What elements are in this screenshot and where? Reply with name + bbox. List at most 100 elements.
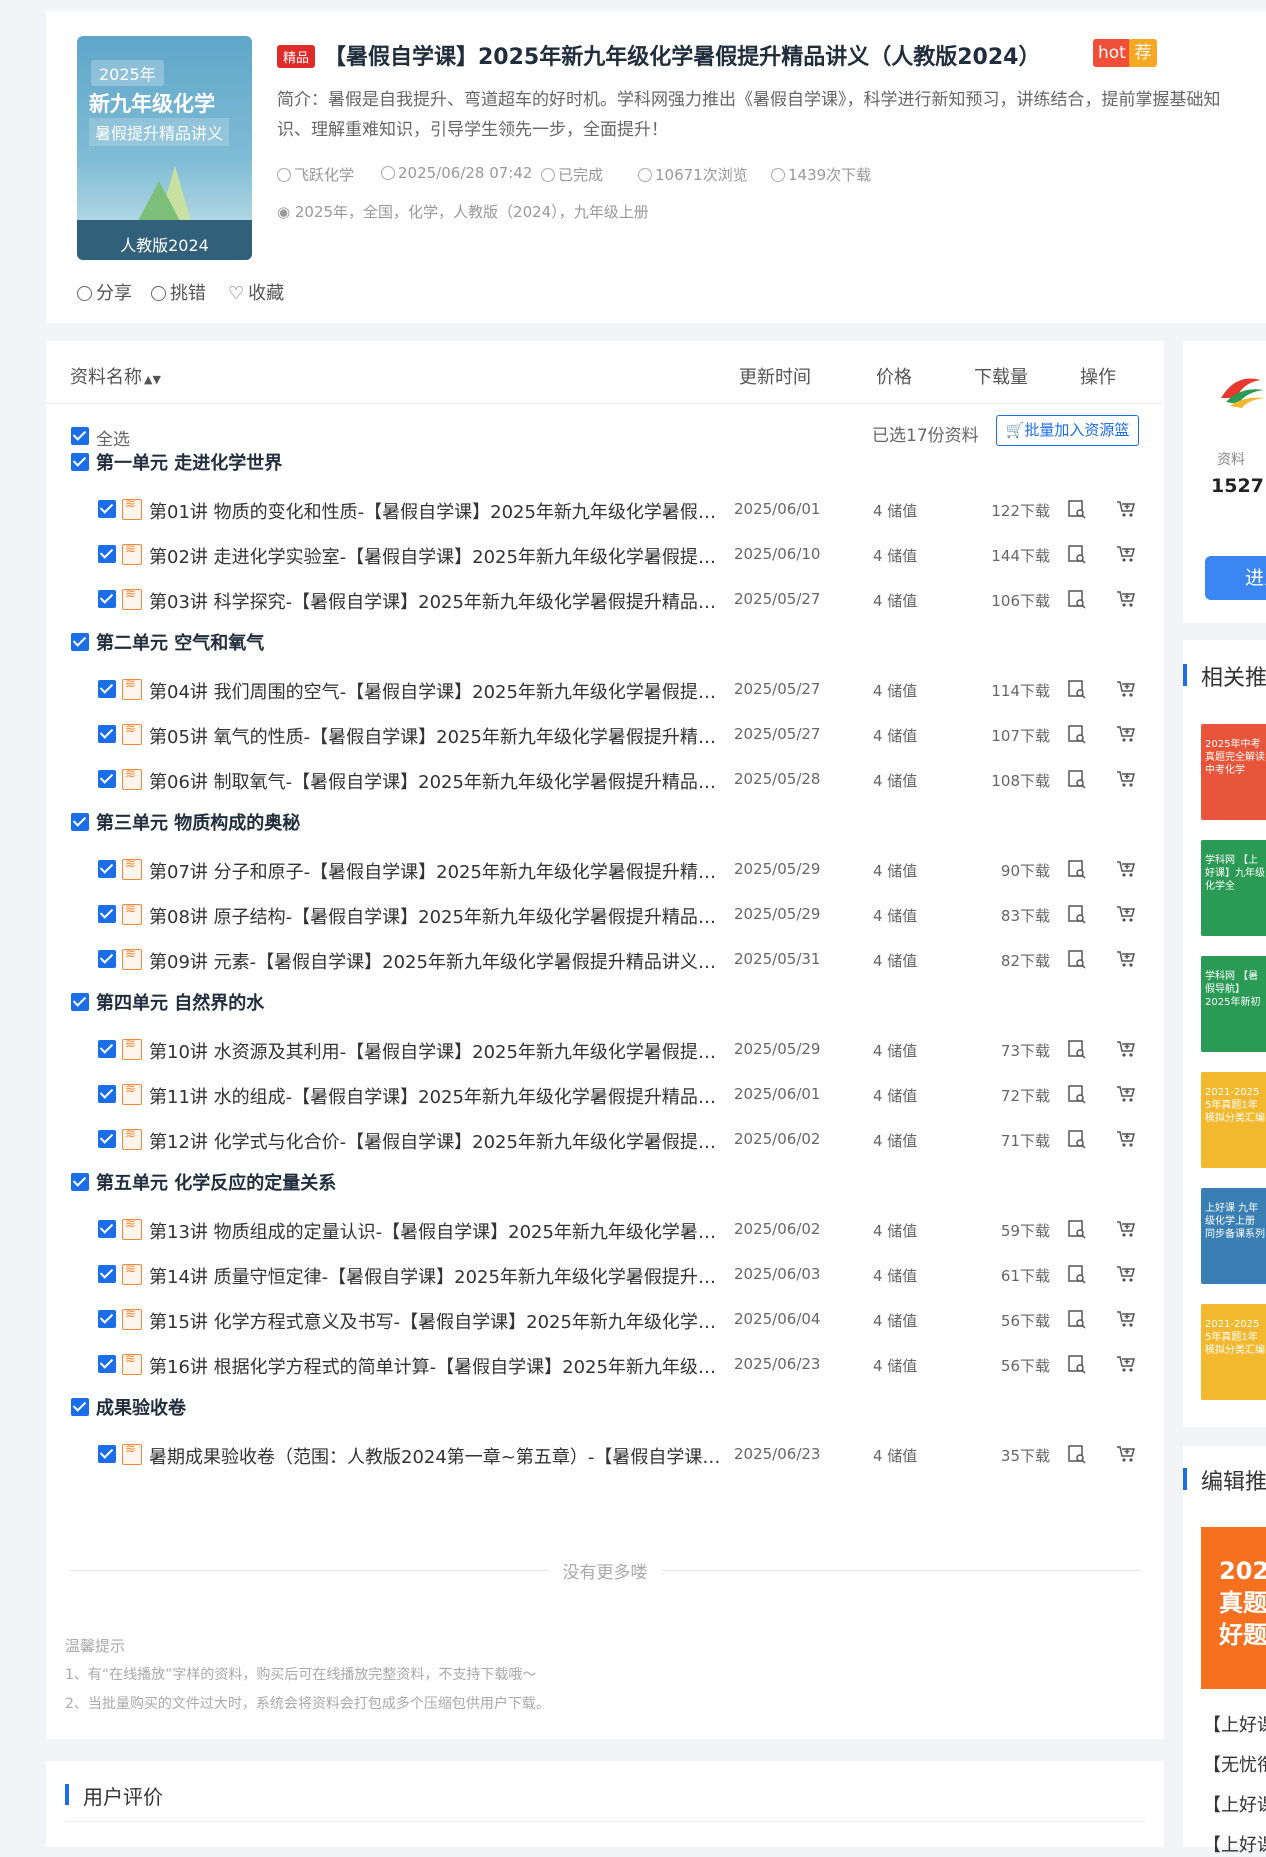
item-checkbox[interactable] — [98, 1085, 116, 1103]
share-button[interactable]: 分享 — [77, 279, 132, 305]
item-name-link[interactable]: 第12讲 化学式与化合价-【暑假自学课】2025年新九年级化学暑假提升精品讲义（… — [149, 1128, 724, 1154]
add-cart-icon[interactable] — [1116, 1084, 1136, 1104]
preview-icon[interactable] — [1067, 589, 1087, 609]
add-cart-icon[interactable] — [1116, 1219, 1136, 1239]
item-name-link[interactable]: 第14讲 质量守恒定律-【暑假自学课】2025年新九年级化学暑假提升精品讲义（人… — [149, 1263, 724, 1289]
item-checkbox[interactable] — [98, 545, 116, 563]
author-meta[interactable]: 飞跃化学 — [277, 164, 354, 185]
group-title: 第一单元 走进化学世界 — [96, 453, 283, 474]
related-thumbnail[interactable]: 2025年中考 真题完全解读 中考化学 — [1201, 724, 1266, 820]
editor-banner[interactable]: 2025 真题 好题 — [1201, 1527, 1266, 1689]
item-date: 2025/05/29 — [734, 1040, 821, 1058]
preview-icon[interactable] — [1067, 679, 1087, 699]
item-checkbox[interactable] — [98, 500, 116, 518]
enter-shop-button[interactable]: 进入 — [1205, 556, 1266, 600]
item-name-link[interactable]: 第11讲 水的组成-【暑假自学课】2025年新九年级化学暑假提升精品讲义（人教版… — [149, 1083, 724, 1109]
item-name-link[interactable]: 第13讲 物质组成的定量认识-【暑假自学课】2025年新九年级化学暑假提升精品讲… — [149, 1218, 724, 1244]
preview-icon[interactable] — [1067, 1264, 1087, 1284]
item-checkbox[interactable] — [98, 1355, 116, 1373]
preview-icon[interactable] — [1067, 1039, 1087, 1059]
favorite-button[interactable]: ♡ 收藏 — [228, 279, 284, 305]
preview-icon[interactable] — [1067, 949, 1087, 969]
editor-item[interactable]: 【上好课】 — [1203, 1831, 1266, 1857]
item-name-link[interactable]: 第04讲 我们周围的空气-【暑假自学课】2025年新九年级化学暑假提升精品讲义（… — [149, 678, 724, 704]
item-checkbox[interactable] — [98, 950, 116, 968]
item-checkbox[interactable] — [98, 860, 116, 878]
item-checkbox[interactable] — [98, 1265, 116, 1283]
preview-icon[interactable] — [1067, 499, 1087, 519]
preview-icon[interactable] — [1067, 1444, 1087, 1464]
add-cart-icon[interactable] — [1116, 499, 1136, 519]
preview-icon[interactable] — [1067, 769, 1087, 789]
preview-icon[interactable] — [1067, 1354, 1087, 1374]
item-checkbox[interactable] — [98, 680, 116, 698]
group-checkbox[interactable] — [71, 633, 89, 651]
batch-add-button[interactable]: 🛒批量加入资源篮 — [996, 415, 1139, 446]
preview-icon[interactable] — [1067, 1219, 1087, 1239]
related-title: 相关推荐 — [1201, 666, 1266, 691]
related-thumbnail[interactable]: 2021-2025 5年真题1年模拟分类汇编 — [1201, 1304, 1266, 1400]
group-checkbox[interactable] — [71, 993, 89, 1011]
add-cart-icon[interactable] — [1116, 949, 1136, 969]
add-cart-icon[interactable] — [1116, 904, 1136, 924]
item-checkbox[interactable] — [98, 1130, 116, 1148]
item-name-link[interactable]: 第06讲 制取氧气-【暑假自学课】2025年新九年级化学暑假提升精品讲义（人教版… — [149, 768, 724, 794]
related-thumbnail[interactable]: 上好课 九年级化学上册 同步备课系列 — [1201, 1188, 1266, 1284]
add-cart-icon[interactable] — [1116, 724, 1136, 744]
add-cart-icon[interactable] — [1116, 679, 1136, 699]
item-checkbox[interactable] — [98, 1310, 116, 1328]
add-cart-icon[interactable] — [1116, 1264, 1136, 1284]
related-recommendations: 相关推荐 2025年中考 真题完全解读 中考化学学科网 【上好课】九年级化学全学… — [1183, 640, 1266, 1427]
add-cart-icon[interactable] — [1116, 1444, 1136, 1464]
add-cart-icon[interactable] — [1116, 1309, 1136, 1329]
item-checkbox[interactable] — [98, 725, 116, 743]
author-logo[interactable] — [1216, 368, 1266, 413]
item-checkbox[interactable] — [98, 1040, 116, 1058]
add-cart-icon[interactable] — [1116, 1039, 1136, 1059]
editor-item[interactable]: 【无忧衔接】 — [1203, 1751, 1266, 1777]
preview-icon[interactable] — [1067, 724, 1087, 744]
item-checkbox[interactable] — [98, 590, 116, 608]
group-checkbox[interactable] — [71, 1173, 89, 1191]
item-name-link[interactable]: 第16讲 根据化学方程式的简单计算-【暑假自学课】2025年新九年级化学暑假提升… — [149, 1353, 724, 1379]
add-cart-icon[interactable] — [1116, 769, 1136, 789]
downloads-meta: 1439次下载 — [771, 164, 871, 185]
item-checkbox[interactable] — [98, 905, 116, 923]
file-icon — [122, 722, 142, 745]
group-checkbox[interactable] — [71, 453, 89, 471]
item-name-link[interactable]: 第07讲 分子和原子-【暑假自学课】2025年新九年级化学暑假提升精品讲义（人教… — [149, 858, 724, 884]
column-name-sort[interactable]: 资料名称 ▲▼ — [70, 363, 161, 389]
editor-item[interactable]: 【上好课】 — [1203, 1711, 1266, 1737]
add-cart-icon[interactable] — [1116, 859, 1136, 879]
preview-icon[interactable] — [1067, 904, 1087, 924]
add-cart-icon[interactable] — [1116, 1129, 1136, 1149]
related-thumbnail[interactable]: 2021-2025 5年真题1年模拟分类汇编 — [1201, 1072, 1266, 1168]
add-cart-icon[interactable] — [1116, 589, 1136, 609]
related-thumbnail[interactable]: 学科网 【上好课】九年级化学全 — [1201, 840, 1266, 936]
preview-icon[interactable] — [1067, 544, 1087, 564]
editor-item[interactable]: 【上好课】 — [1203, 1791, 1266, 1817]
item-name-link[interactable]: 第09讲 元素-【暑假自学课】2025年新九年级化学暑假提升精品讲义（人教版20… — [149, 948, 724, 974]
report-error-button[interactable]: 挑错 — [151, 279, 206, 305]
select-all-checkbox[interactable] — [71, 427, 89, 445]
item-name-link[interactable]: 第01讲 物质的变化和性质-【暑假自学课】2025年新九年级化学暑假提升精品讲义… — [149, 498, 724, 524]
preview-icon[interactable] — [1067, 859, 1087, 879]
item-checkbox[interactable] — [98, 770, 116, 788]
related-thumbnail[interactable]: 学科网 【暑假导航】2025年新初 — [1201, 956, 1266, 1052]
preview-icon[interactable] — [1067, 1084, 1087, 1104]
preview-icon[interactable] — [1067, 1129, 1087, 1149]
preview-icon[interactable] — [1067, 1309, 1087, 1329]
add-cart-icon[interactable] — [1116, 1354, 1136, 1374]
group-checkbox[interactable] — [71, 1398, 89, 1416]
item-name-link[interactable]: 第10讲 水资源及其利用-【暑假自学课】2025年新九年级化学暑假提升精品讲义（… — [149, 1038, 724, 1064]
item-name-link[interactable]: 第15讲 化学方程式意义及书写-【暑假自学课】2025年新九年级化学暑假提升精品… — [149, 1308, 724, 1334]
group-checkbox[interactable] — [71, 813, 89, 831]
item-name-link[interactable]: 暑期成果验收卷（范围：人教版2024第一章~第五章）-【暑假自学课】2025年新… — [149, 1443, 724, 1469]
item-name-link[interactable]: 第05讲 氧气的性质-【暑假自学课】2025年新九年级化学暑假提升精品讲义（人教… — [149, 723, 724, 749]
item-name-link[interactable]: 第02讲 走进化学实验室-【暑假自学课】2025年新九年级化学暑假提升精品讲义（… — [149, 543, 724, 569]
item-name-link[interactable]: 第08讲 原子结构-【暑假自学课】2025年新九年级化学暑假提升精品讲义（人教版… — [149, 903, 724, 929]
item-name-link[interactable]: 第03讲 科学探究-【暑假自学课】2025年新九年级化学暑假提升精品讲义（人教版… — [149, 588, 724, 614]
item-checkbox[interactable] — [98, 1220, 116, 1238]
add-cart-icon[interactable] — [1116, 544, 1136, 564]
item-checkbox[interactable] — [98, 1445, 116, 1463]
